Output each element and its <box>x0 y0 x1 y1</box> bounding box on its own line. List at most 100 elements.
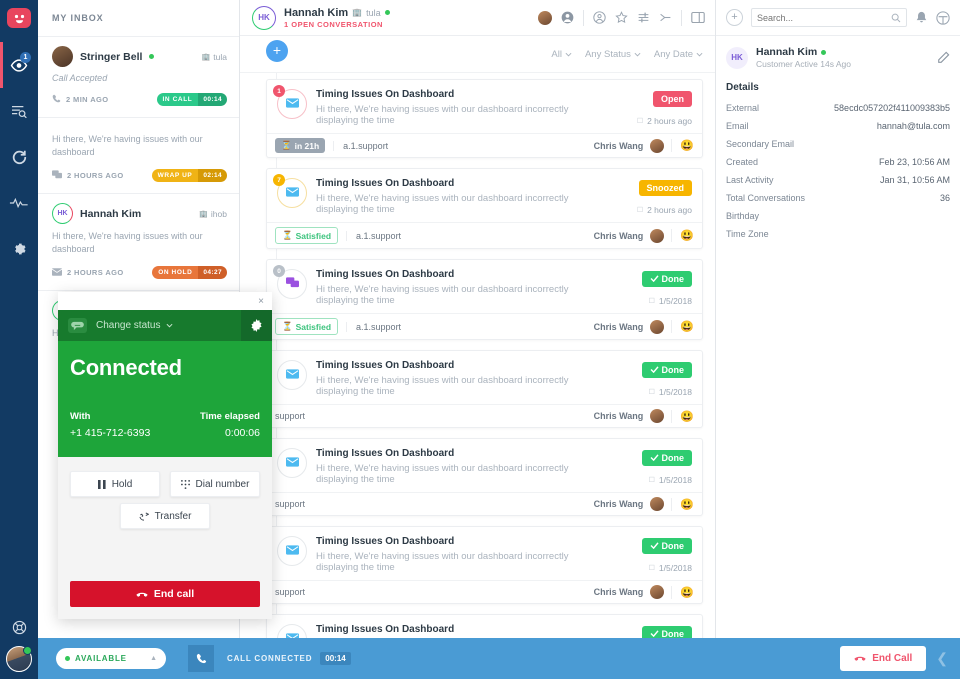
filter-all[interactable]: All <box>551 49 572 60</box>
conversation-title: Timing Issues On Dashboard <box>316 360 455 371</box>
phone-icon <box>52 90 61 108</box>
agent-avatar[interactable] <box>650 497 665 511</box>
status-badge[interactable]: Snoozed <box>638 180 692 196</box>
collapse-chevron-icon[interactable]: ❮ <box>936 650 948 667</box>
check-icon <box>650 630 659 637</box>
inbox-item-preview: Hi there, We're having issues with our d… <box>52 134 203 158</box>
widget-change-status[interactable]: Change status <box>96 320 173 331</box>
agent-avatar[interactable] <box>650 228 665 243</box>
mail-icon <box>285 454 299 472</box>
customer-details-panel: + HK Hannah Kim Customer Active 14s Ago … <box>715 0 960 638</box>
search-input[interactable] <box>757 12 891 23</box>
add-button[interactable]: + <box>726 9 743 26</box>
org-icon: 🏢 <box>201 53 211 61</box>
conversation-source: a.1.support <box>346 321 401 332</box>
transfer-button[interactable]: Transfer <box>120 503 210 529</box>
mail-icon <box>285 95 299 113</box>
phone-icon[interactable] <box>188 645 214 672</box>
new-conversation-button[interactable]: + <box>266 40 288 62</box>
pill-timer: 00:14 <box>198 92 227 106</box>
detail-label: Last Activity <box>726 175 774 185</box>
user-circle-icon[interactable] <box>561 11 574 24</box>
panel-toggle-icon[interactable] <box>691 11 705 24</box>
search-box[interactable] <box>751 8 907 27</box>
conversation-cards-scroll[interactable]: 1 Timing Issues On Dashboard Hi there, We'… <box>240 73 715 638</box>
conversation-card[interactable]: Timing Issues On DashboardHi there, We'r… <box>266 614 703 638</box>
rail-item-search-list[interactable] <box>0 88 38 134</box>
rail-item-pulse[interactable] <box>0 180 38 226</box>
conversation-card[interactable]: Timing Issues On DashboardHi there, We'r… <box>266 350 703 428</box>
forward-arrow-icon[interactable] <box>659 11 672 24</box>
detail-value: hannah@tula.com <box>876 121 950 131</box>
mail-icon <box>285 184 299 202</box>
end-call-label: End call <box>153 588 195 600</box>
inbox-item[interactable]: HK Hannah Kim 🏢 ihob Hi there, We're having … <box>38 193 239 290</box>
reaction-emoji[interactable]: 😃 <box>671 585 694 599</box>
inbox-item-meta: 2 MIN AGO IN CALL 00:14 <box>52 90 227 108</box>
bottom-end-call-button[interactable]: End Call <box>840 646 927 671</box>
conversation-card[interactable]: Timing Issues On DashboardHi there, We'r… <box>266 438 703 516</box>
user-outline-icon[interactable] <box>593 11 606 24</box>
bell-icon[interactable] <box>915 11 928 25</box>
inbox-item-time: 2 MIN AGO <box>66 94 109 104</box>
status-badge[interactable]: Done <box>641 625 692 638</box>
star-icon[interactable] <box>615 11 628 24</box>
app-logo-icon[interactable] <box>7 8 31 28</box>
status-badge[interactable]: Done <box>641 449 692 466</box>
help-wheel-icon[interactable] <box>936 10 950 25</box>
agent-avatar[interactable] <box>650 138 665 153</box>
widget-close-button[interactable]: × <box>58 292 272 310</box>
assignee-avatar[interactable] <box>538 10 552 25</box>
conversation-source: a.1.support <box>333 140 388 151</box>
header-org-icon: 🏢 <box>352 8 363 17</box>
inbox-title: MY INBOX <box>52 13 104 23</box>
conversation-preview: Hi there, We're having issues with our d… <box>316 551 569 573</box>
agent-name: Chris Wang <box>593 230 644 241</box>
filter-any-date[interactable]: Any Date <box>654 49 703 60</box>
conversation-card[interactable]: Timing Issues On DashboardHi there, We'r… <box>266 526 703 604</box>
reaction-emoji[interactable]: 😃 <box>671 229 694 242</box>
conversation-card[interactable]: 1 Timing Issues On Dashboard Hi there, We'… <box>266 79 703 158</box>
bottom-user-avatar[interactable] <box>6 645 32 672</box>
rail-badge-eye: 1 <box>20 52 31 63</box>
conversation-card[interactable]: 0 Timing Issues On Dashboard Hi there, We'… <box>266 259 703 340</box>
widget-settings-button[interactable] <box>241 310 272 341</box>
call-widget: × Change status Connected With Time elap… <box>58 292 272 619</box>
chevron-down-icon <box>696 52 703 56</box>
availability-selector[interactable]: AVAILABLE ▲ <box>56 648 166 669</box>
dial-number-button[interactable]: Dial number <box>170 471 260 497</box>
rail-item-settings[interactable] <box>0 226 38 272</box>
end-call-button[interactable]: End call <box>70 581 260 607</box>
conversation-card[interactable]: 7 Timing Issues On Dashboard Hi there, We'… <box>266 168 703 249</box>
rail-item-eye[interactable]: 1 <box>0 42 38 88</box>
calendar-icon: ☐ <box>648 298 655 305</box>
detail-label: Birthday <box>726 211 760 221</box>
status-badge[interactable]: Open <box>652 91 692 107</box>
reaction-emoji[interactable]: 😃 <box>671 409 694 423</box>
reaction-emoji[interactable]: 😃 <box>671 320 694 333</box>
inbox-item[interactable]: Stringer Bell 🏢 tula Call Accepted 2 MIN AGO… <box>38 36 239 117</box>
merge-icon[interactable] <box>637 11 650 24</box>
unread-count: 1 <box>273 85 285 97</box>
agent-avatar[interactable] <box>650 585 665 599</box>
agent-avatar[interactable] <box>650 319 665 334</box>
status-badge[interactable]: Done <box>641 361 692 378</box>
reaction-emoji[interactable]: 😃 <box>671 497 694 511</box>
rail-item-refresh[interactable] <box>0 134 38 180</box>
conversation-date: ☐ 2 hours ago <box>636 205 692 215</box>
reaction-emoji[interactable]: 😃 <box>671 139 694 152</box>
conversation-preview: Hi there, We're having issues with our d… <box>316 104 569 126</box>
elapsed-label: Time elapsed <box>199 411 260 422</box>
agent-avatar[interactable] <box>650 409 665 423</box>
inbox-item-header: HK Hannah Kim 🏢 ihob <box>52 203 227 225</box>
filter-any-status[interactable]: Any Status <box>585 49 641 60</box>
app-root: 1 MY INBOX Stringer Bell 🏢 tula Call Accept… <box>0 0 960 679</box>
pencil-icon[interactable] <box>937 51 950 64</box>
inbox-item[interactable]: Hi there, We're having issues with our d… <box>38 117 239 193</box>
inbox-item-meta: 2 HOURS AGO WRAP UP 02:14 <box>52 166 227 184</box>
status-badge[interactable]: Done <box>641 537 692 554</box>
conversation-title: Timing Issues On Dashboard <box>316 448 455 459</box>
hold-button[interactable]: Hold <box>70 471 160 497</box>
status-badge[interactable]: Done <box>641 270 692 287</box>
check-icon <box>650 275 659 282</box>
